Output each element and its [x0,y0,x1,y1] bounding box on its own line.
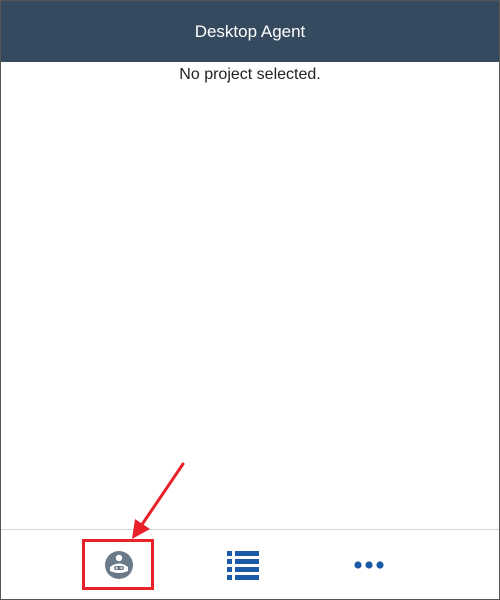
app-window: Desktop Agent No project selected. [0,0,500,600]
title-bar: Desktop Agent [1,1,499,62]
window-title: Desktop Agent [194,21,306,41]
list-icon [227,550,259,580]
more-button[interactable] [324,530,414,599]
agent-button[interactable] [74,530,164,599]
more-options-icon [354,560,384,569]
agent-avatar-icon [105,550,133,579]
footer-toolbar [1,530,499,599]
status-message: No project selected. [179,66,321,83]
list-button[interactable] [198,530,288,599]
